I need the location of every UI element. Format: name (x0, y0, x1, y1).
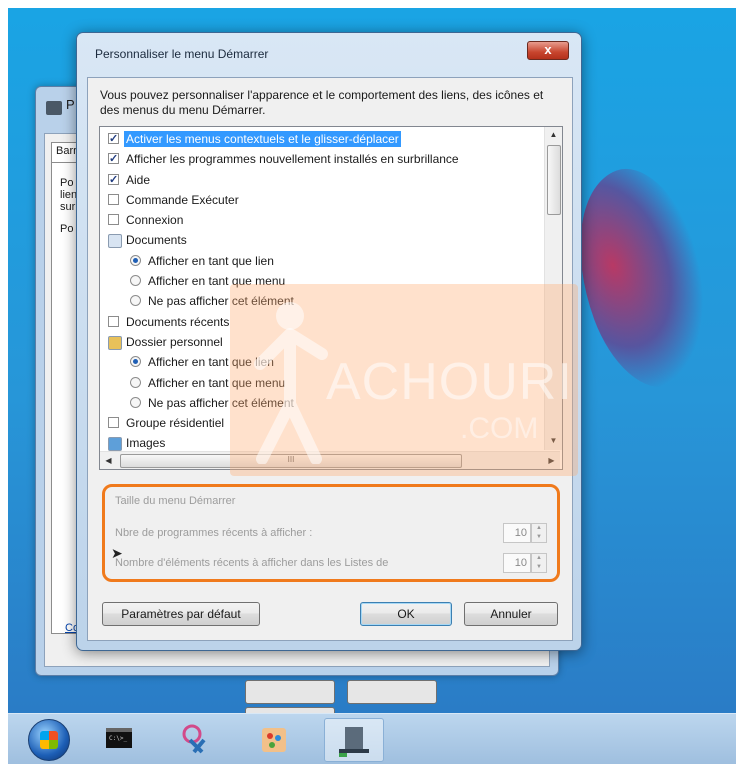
dialog-description: Vous pouvez personnaliser l'apparence et… (100, 88, 544, 117)
list-item[interactable]: Activer les menus contextuels et le glis… (100, 129, 544, 149)
ok-button[interactable]: OK (360, 602, 452, 626)
recent-items-label: Nombre d'éléments récents à afficher dan… (115, 557, 389, 569)
group-title: Taille du menu Démarrer (115, 495, 236, 507)
spinner-arrows-icon[interactable]: ▲ ▼ (531, 523, 547, 543)
list-item-label: Afficher en tant que lien (148, 253, 274, 268)
list-item[interactable]: Documents récents (100, 312, 544, 332)
background-window-title: P (66, 97, 75, 112)
taskbar: C:\>_ (8, 713, 736, 764)
cancel-button[interactable]: Annuler (464, 602, 558, 626)
dialog-client: Vous pouvez personnaliser l'apparence et… (87, 77, 573, 641)
radio-button[interactable] (130, 356, 141, 368)
list-item[interactable]: Groupe résidentiel (100, 413, 544, 433)
list-item-label: Groupe résidentiel (126, 416, 225, 431)
checkbox[interactable] (108, 214, 119, 226)
list-item[interactable]: Commande Exécuter (100, 190, 544, 210)
start-orb[interactable] (28, 719, 70, 761)
checkbox[interactable] (108, 170, 119, 190)
window-icon (46, 101, 62, 115)
list-item[interactable]: Dossier personnel (100, 332, 544, 352)
list-item-label: Aide (126, 172, 151, 187)
checkbox[interactable] (108, 193, 119, 205)
horizontal-scroll-thumb[interactable]: III (120, 454, 462, 468)
cmd-icon[interactable]: C:\>_ (90, 718, 148, 760)
list-item[interactable]: Afficher en tant que lien (100, 352, 544, 372)
radio-button[interactable] (130, 295, 141, 307)
list-item-label: Activer les menus contextuels et le glis… (124, 131, 401, 147)
list-item[interactable]: Afficher en tant que menu (100, 373, 544, 393)
background-window-buttons (245, 680, 549, 713)
recent-programs-label: Nbre de programmes récents à afficher : (115, 527, 313, 539)
list-item[interactable]: Documents (100, 230, 544, 250)
vertical-scroll-thumb[interactable] (547, 145, 561, 215)
checkbox[interactable] (108, 149, 119, 169)
close-icon: x (544, 42, 552, 57)
list-item[interactable]: Aide (100, 170, 544, 190)
radio-button[interactable] (130, 376, 141, 388)
scroll-up-icon[interactable]: ▲ (545, 127, 562, 143)
customize-start-menu-dialog[interactable]: Personnaliser le menu Démarrer x Vous po… (76, 32, 582, 651)
list-item-label: Afficher en tant que menu (148, 375, 286, 390)
mouse-cursor-icon: ➤ (111, 545, 123, 561)
user-folder-icon (108, 335, 122, 350)
list-item[interactable]: Ne pas afficher cet élément (100, 393, 544, 413)
svg-text:C:\>_: C:\>_ (109, 735, 127, 742)
options-list[interactable]: Activer les menus contextuels et le glis… (99, 126, 563, 470)
background-ok-button[interactable] (245, 680, 335, 704)
scroll-left-icon[interactable]: ◀ (100, 452, 117, 469)
paint-icon[interactable] (246, 718, 304, 760)
list-item-label: Documents (126, 233, 187, 248)
list-item-label: Dossier personnel (126, 334, 223, 349)
options-rows: Activer les menus contextuels et le glis… (100, 129, 544, 454)
text-fragment: Po (60, 177, 74, 189)
desktop: P Barr Po lien sur Po Co Personnaliser l… (8, 8, 736, 713)
list-item-label: Afficher les programmes nouvellement ins… (126, 152, 459, 167)
list-item-label: Ne pas afficher cet élément (148, 294, 294, 309)
checkbox[interactable] (108, 417, 119, 429)
documents-icon (108, 234, 122, 249)
list-item-label: Ne pas afficher cet élément (148, 395, 294, 410)
close-button[interactable]: x (527, 41, 569, 60)
text-fragment: sur (60, 201, 76, 213)
vertical-scrollbar[interactable]: ▲ ▼ (544, 127, 562, 450)
list-item-label: Documents récents (126, 314, 230, 329)
snipping-tool-icon[interactable] (168, 718, 226, 760)
spinner-arrows-icon[interactable]: ▲ ▼ (531, 553, 547, 573)
list-item[interactable]: Afficher en tant que menu (100, 271, 544, 291)
defaults-button[interactable]: Paramètres par défaut (102, 602, 260, 626)
list-item-label: Afficher en tant que menu (148, 274, 286, 289)
recent-programs-value[interactable]: 10 (503, 523, 531, 543)
list-item[interactable]: Ne pas afficher cet élément (100, 291, 544, 311)
radio-button[interactable] (130, 396, 141, 408)
recent-items-value[interactable]: 10 (503, 553, 531, 573)
scroll-down-icon[interactable]: ▼ (545, 433, 562, 449)
recent-items-spinner[interactable]: 10 ▲ ▼ (503, 553, 547, 573)
list-item[interactable]: Afficher les programmes nouvellement ins… (100, 149, 544, 169)
list-item-label: Commande Exécuter (126, 192, 239, 207)
start-menu-size-group: Taille du menu Démarrer Nbre de programm… (102, 484, 560, 582)
list-item-label: Afficher en tant que lien (148, 355, 274, 370)
list-item-label: Connexion (126, 213, 184, 228)
list-item[interactable]: Connexion (100, 210, 544, 230)
checkbox[interactable] (108, 129, 119, 149)
scroll-right-icon[interactable]: ▶ (543, 452, 560, 469)
text-fragment: Po (60, 223, 74, 235)
checkbox[interactable] (108, 315, 119, 327)
radio-button[interactable] (130, 254, 141, 266)
text-fragment: lien (60, 189, 78, 201)
horizontal-scrollbar[interactable]: ◀ III ▶ (100, 451, 560, 469)
dialog-title: Personnaliser le menu Démarrer (95, 47, 269, 61)
radio-button[interactable] (130, 275, 141, 287)
properties-window-icon[interactable] (324, 718, 384, 762)
images-icon (108, 437, 122, 452)
recent-programs-spinner[interactable]: 10 ▲ ▼ (503, 523, 547, 543)
background-cancel-button[interactable] (347, 680, 437, 704)
list-item[interactable]: Afficher en tant que lien (100, 251, 544, 271)
